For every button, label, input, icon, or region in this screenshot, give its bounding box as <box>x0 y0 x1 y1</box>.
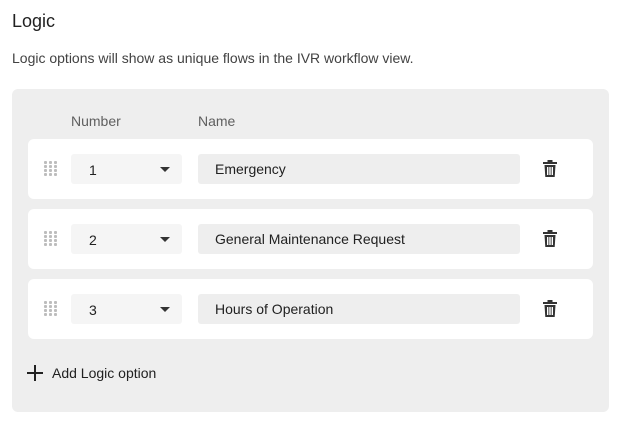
option-name-input[interactable] <box>198 294 520 324</box>
column-header-number: Number <box>71 113 121 129</box>
trash-icon[interactable] <box>543 230 557 247</box>
plus-icon <box>26 364 44 382</box>
add-logic-option-label: Add Logic option <box>52 365 157 381</box>
page-title: Logic <box>12 11 56 31</box>
chevron-down-icon <box>160 237 170 242</box>
number-select-value: 1 <box>89 162 97 178</box>
trash-icon[interactable] <box>543 160 557 177</box>
drag-handle-icon[interactable] <box>44 301 58 317</box>
add-logic-option-button[interactable]: Add Logic option <box>26 363 156 383</box>
number-select[interactable]: 3 <box>71 294 182 324</box>
option-name-input[interactable] <box>198 224 520 254</box>
logic-option-row: 1 <box>28 139 593 199</box>
drag-handle-icon[interactable] <box>44 231 58 247</box>
trash-icon[interactable] <box>543 300 557 317</box>
number-select[interactable]: 1 <box>71 154 182 184</box>
number-select-value: 2 <box>89 232 97 248</box>
drag-handle-icon[interactable] <box>44 161 58 177</box>
option-name-input[interactable] <box>198 154 520 184</box>
logic-option-row: 2 <box>28 209 593 269</box>
logic-option-row: 3 <box>28 279 593 339</box>
logic-options-panel: Number Name 1 2 <box>12 89 609 412</box>
chevron-down-icon <box>160 167 170 172</box>
number-select[interactable]: 2 <box>71 224 182 254</box>
number-select-value: 3 <box>89 302 97 318</box>
page-description: Logic options will show as unique flows … <box>12 50 414 66</box>
chevron-down-icon <box>160 307 170 312</box>
column-header-name: Name <box>198 113 236 129</box>
